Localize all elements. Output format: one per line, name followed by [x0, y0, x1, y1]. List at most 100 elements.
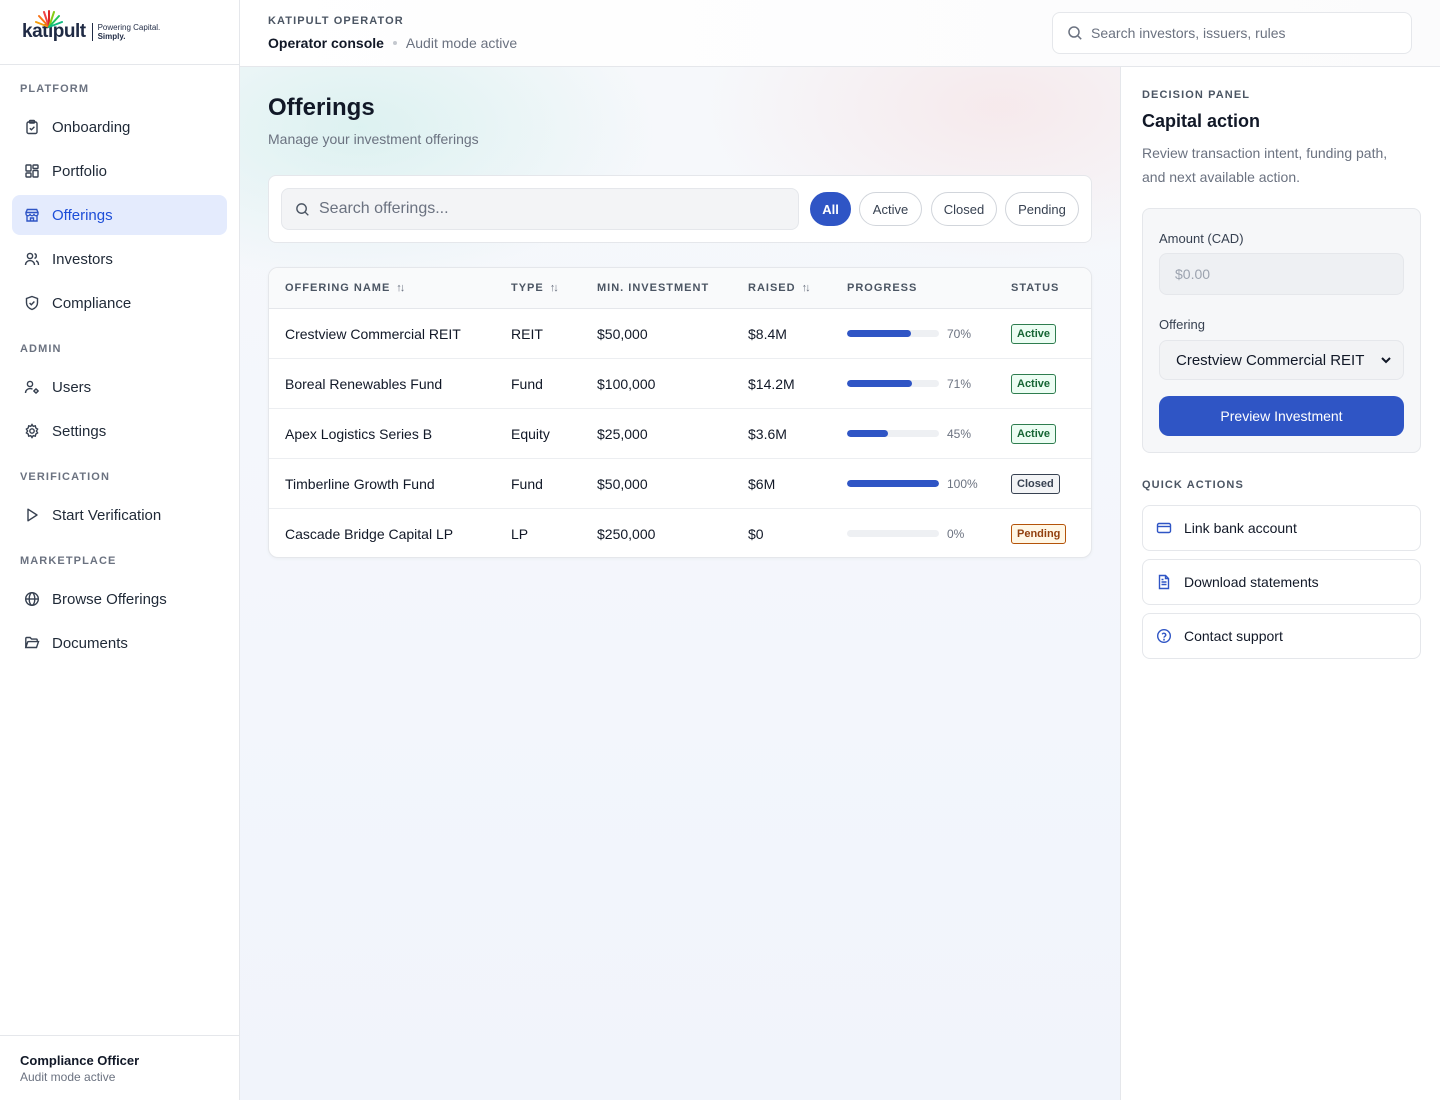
link-bank-account-button[interactable]: Link bank account	[1142, 505, 1421, 551]
filter-closed[interactable]: Closed	[931, 192, 997, 226]
audit-mode-status: Audit mode active	[405, 35, 518, 51]
offering-min: $25,000	[597, 426, 648, 442]
progress-label: 100%	[947, 477, 978, 491]
nav-section-admin: ADMIN	[20, 343, 62, 355]
offering-type: REIT	[511, 326, 543, 342]
brand-logo[interactable]: katipult Powering Capital. Simply.	[0, 0, 239, 65]
filter-active[interactable]: Active	[859, 192, 922, 226]
sidebar-item-label: Browse Offerings	[52, 590, 167, 608]
column-min-investment: MIN. INVESTMENT	[597, 282, 710, 294]
sidebar-item-start-verification[interactable]: Start Verification	[12, 495, 227, 535]
logo-tagline-line-1: Powering Capital.	[97, 23, 161, 32]
gear-icon	[24, 423, 40, 439]
credit-card-icon	[1156, 520, 1172, 536]
offering-name: Apex Logistics Series B	[285, 426, 433, 442]
offering-label: Offering	[1159, 317, 1206, 332]
offerings-table: OFFERING NAME ↑↓ TYPE ↑↓ MIN. INVESTMENT R…	[268, 267, 1092, 558]
amount-input[interactable]	[1159, 253, 1404, 295]
sidebar-item-investors[interactable]: Investors	[12, 239, 227, 279]
layout-grid-icon	[24, 163, 40, 179]
panel-description: Review transaction intent, funding path,…	[1142, 145, 1388, 185]
sidebar-item-label: Onboarding	[52, 118, 131, 136]
investment-form: Amount (CAD) Offering Crestview Commerci…	[1142, 208, 1421, 453]
panel-kicker: DECISION PANEL	[1142, 89, 1251, 101]
sidebar-item-settings[interactable]: Settings	[12, 411, 227, 451]
table-row[interactable]: Cascade Bridge Capital LP LP $250,000 $0…	[269, 509, 1091, 557]
clipboard-check-icon	[24, 119, 40, 135]
sidebar-item-documents[interactable]: Documents	[12, 623, 227, 663]
shield-check-icon	[24, 295, 40, 311]
preview-investment-button[interactable]: Preview Investment	[1159, 396, 1404, 436]
sidebar-item-browse-offerings[interactable]: Browse Offerings	[12, 579, 227, 619]
status-badge: Active	[1011, 324, 1057, 344]
panel-title: Capital action	[1142, 111, 1261, 131]
offering-select[interactable]: Crestview Commercial REIT	[1159, 340, 1404, 380]
table-row[interactable]: Apex Logistics Series B Equity $25,000 $…	[269, 409, 1091, 459]
chevron-down-icon	[1381, 357, 1391, 364]
main-content: Offerings Manage your investment offerin…	[240, 67, 1120, 1100]
help-circle-icon	[1156, 628, 1172, 644]
topbar: KATIPULT OPERATOR Operator console Audit…	[240, 0, 1440, 67]
user-status: Audit mode active	[20, 1070, 116, 1084]
progress-bar	[847, 330, 939, 337]
filter-pending[interactable]: Pending	[1005, 192, 1079, 226]
sidebar: katipult Powering Capital. Simply. PLATF…	[0, 0, 240, 1100]
nav-section-verification: VERIFICATION	[20, 471, 110, 483]
progress-label: 71%	[947, 377, 972, 391]
sort-icon[interactable]: ↑↓	[550, 282, 559, 294]
global-search-input[interactable]	[1091, 25, 1391, 41]
offering-type: Equity	[511, 426, 550, 442]
global-search[interactable]	[1052, 12, 1412, 54]
offering-raised: $8.4M	[748, 326, 787, 342]
offering-type: LP	[511, 526, 529, 542]
offerings-search[interactable]	[281, 188, 799, 230]
download-statements-button[interactable]: Download statements	[1142, 559, 1421, 605]
sidebar-item-label: Settings	[52, 422, 107, 440]
sidebar-item-offerings[interactable]: Offerings	[12, 195, 227, 235]
folder-open-icon	[24, 635, 40, 651]
progress-fill	[847, 330, 912, 337]
column-offering-name[interactable]: OFFERING NAME ↑↓	[285, 282, 405, 294]
sort-icon[interactable]: ↑↓	[396, 282, 405, 294]
sidebar-item-label: Offerings	[52, 206, 113, 224]
separator-dot	[392, 41, 397, 45]
table-row[interactable]: Timberline Growth Fund Fund $50,000 $6M …	[269, 459, 1091, 509]
table-row[interactable]: Crestview Commercial REIT REIT $50,000 $…	[269, 309, 1091, 359]
column-type[interactable]: TYPE ↑↓	[511, 282, 559, 294]
table-row[interactable]: Boreal Renewables Fund Fund $100,000 $14…	[269, 359, 1091, 409]
topbar-kicker: KATIPULT OPERATOR	[268, 15, 404, 27]
progress-bar	[847, 530, 939, 537]
nav-section-platform: PLATFORM	[20, 83, 90, 95]
page-title: Offerings	[268, 94, 375, 121]
sidebar-item-compliance[interactable]: Compliance	[12, 283, 227, 323]
offerings-search-input[interactable]	[319, 200, 779, 218]
topbar-title: Operator console Audit mode active	[268, 35, 517, 51]
logo-divider	[91, 23, 93, 41]
column-status: STATUS	[1011, 282, 1060, 294]
logo-tagline-line-2: Simply.	[97, 32, 126, 41]
column-raised[interactable]: RAISED ↑↓	[748, 282, 811, 294]
filter-all[interactable]: All	[810, 192, 851, 226]
sidebar-item-label: Investors	[52, 250, 113, 268]
contact-support-button[interactable]: Contact support	[1142, 613, 1421, 659]
file-text-icon	[1156, 574, 1172, 590]
sidebar-item-portfolio[interactable]: Portfolio	[12, 151, 227, 191]
logo-sunburst-icon	[35, 10, 63, 28]
console-title: Operator console	[268, 35, 384, 51]
sidebar-item-users[interactable]: Users	[12, 367, 227, 407]
sidebar-item-label: Documents	[52, 634, 128, 652]
user-name: Compliance Officer	[20, 1053, 140, 1068]
quick-actions-title: QUICK ACTIONS	[1142, 479, 1244, 491]
status-badge: Active	[1011, 424, 1057, 444]
offering-name: Cascade Bridge Capital LP	[285, 526, 454, 542]
amount-label: Amount (CAD)	[1159, 231, 1244, 246]
sidebar-item-label: Users	[52, 378, 92, 396]
globe-icon	[24, 591, 40, 607]
sidebar-item-onboarding[interactable]: Onboarding	[12, 107, 227, 147]
sort-icon[interactable]: ↑↓	[802, 282, 811, 294]
current-user[interactable]: Compliance Officer Audit mode active	[0, 1035, 239, 1100]
progress-label: 45%	[947, 427, 972, 441]
store-icon	[24, 207, 40, 223]
sidebar-nav: PLATFORM Onboarding Portfolio Offerings …	[0, 83, 239, 663]
status-badge: Active	[1011, 374, 1057, 394]
